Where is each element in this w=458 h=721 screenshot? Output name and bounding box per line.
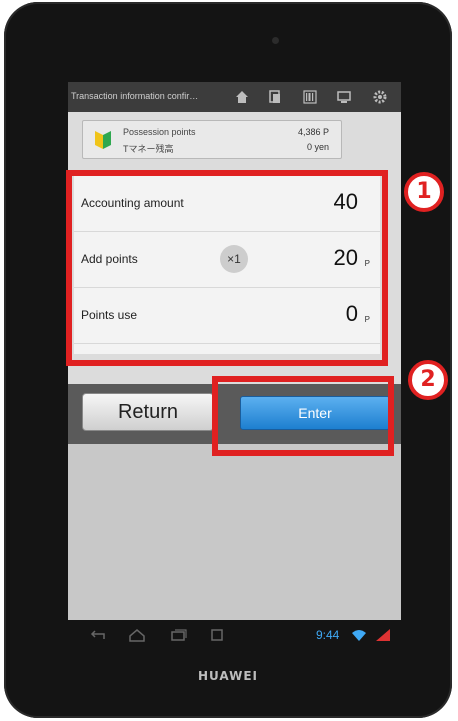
step-badge-1: 1 (404, 172, 444, 212)
back-icon[interactable] (88, 628, 106, 642)
screen: Transaction information confir… Possessi… (68, 82, 401, 650)
display-icon[interactable] (336, 89, 352, 105)
system-nav-bar: 9:44 (68, 620, 401, 650)
step-badge-2: 2 (408, 360, 448, 400)
money-balance-value: 0 yen (306, 142, 329, 152)
possession-points-label: Possession points (123, 127, 196, 137)
recent-apps-icon[interactable] (170, 628, 188, 642)
wifi-icon (352, 630, 366, 641)
copy-icon[interactable] (267, 89, 283, 105)
action-bar-title: Transaction information confir… (71, 91, 199, 101)
money-balance-label: Tマネー残高 (123, 144, 174, 154)
action-bar: Transaction information confir… (68, 82, 401, 112)
home-icon[interactable] (234, 89, 250, 105)
device-brand: HUAWEI (197, 669, 259, 683)
return-button[interactable]: Return (82, 393, 214, 431)
screenshot-icon[interactable] (208, 628, 226, 642)
home-nav-icon[interactable] (128, 628, 146, 642)
possession-points-value: 4,386 P (297, 127, 329, 137)
highlight-transaction-info (66, 170, 388, 366)
empty-area (68, 444, 401, 620)
points-summary: Possession points 4,386 P Tマネー残高 0 yen (82, 120, 342, 159)
barcode-icon[interactable] (302, 89, 318, 105)
gear-icon[interactable] (372, 89, 388, 105)
status-time: 9:44 (316, 628, 340, 642)
highlight-enter-button (212, 376, 394, 456)
beginner-leaf-icon (95, 131, 111, 149)
front-camera (272, 37, 279, 44)
signal-icon (376, 629, 390, 641)
